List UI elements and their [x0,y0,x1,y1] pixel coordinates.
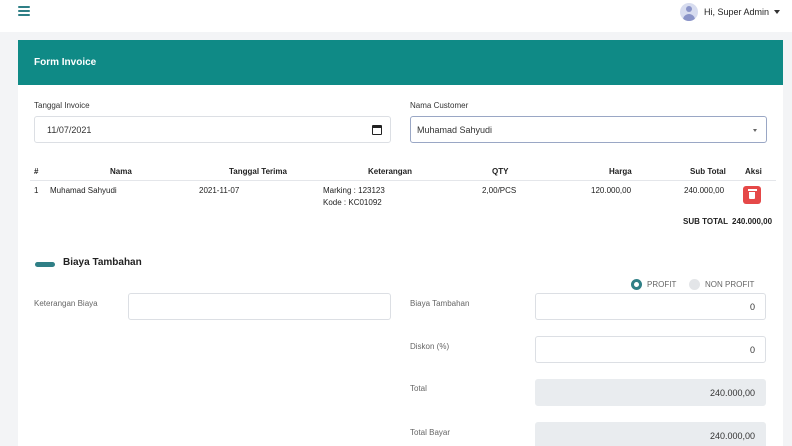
total-bayar-field: 240.000,00 [535,422,766,446]
col-header-aksi: Aksi [745,167,762,176]
col-header-no: # [34,167,39,176]
diskon-value: 0 [749,344,755,355]
avatar [679,3,698,21]
invoice-date-label: Tanggal Invoice [34,101,90,110]
total-field: 240.000,00 [535,379,766,406]
radio-profit-label[interactable]: PROFIT [647,280,676,289]
invoice-date-value: 11/07/2021 [47,124,92,135]
total-bayar-label: Total Bayar [410,428,451,437]
top-navbar: Hi, Super Admin [0,0,792,32]
caret-down-icon [774,10,780,14]
user-name: Hi, Super Admin [703,7,769,17]
biaya-tambahan-value: 0 [749,301,755,312]
customer-value: Muhamad Sahyudi [417,124,493,135]
keterangan-biaya-label: Keterangan Biaya [34,299,98,308]
col-header-nama: Nama [110,167,132,176]
row-tanggal: 2021-11-07 [199,186,240,195]
col-header-subtotal: Sub Total [690,167,726,176]
diskon-input[interactable]: 0 [535,336,766,363]
row-no: 1 [34,186,39,195]
row-subtotal: 240.000,00 [684,186,725,195]
invoice-date-input[interactable]: 11/07/2021 [34,116,391,143]
row-qty: 2,00/PCS [482,186,517,195]
calendar-icon[interactable] [372,125,382,135]
customer-label: Nama Customer [410,101,469,110]
subtotal-value: 240.000,00 [732,217,773,226]
section-marker [35,262,55,267]
keterangan-biaya-input[interactable] [128,293,391,320]
user-menu[interactable]: Hi, Super Admin [679,2,780,22]
radio-nonprofit[interactable] [689,279,700,290]
col-header-harga: Harga [609,167,632,176]
row-keterangan-kode: Kode : KC01092 [323,198,382,207]
total-value: 240.000,00 [709,387,755,398]
section-title: Biaya Tambahan [63,257,142,268]
subtotal-label: SUB TOTAL [683,217,729,226]
row-keterangan-marking: Marking : 123123 [323,186,385,195]
col-header-qty: QTY [492,167,509,176]
table-divider [30,180,776,181]
row-harga: 120.000,00 [591,186,632,195]
total-label: Total [410,384,427,393]
row-nama: Muhamad Sahyudi [50,186,117,195]
customer-select[interactable]: Muhamad Sahyudi [410,116,767,143]
biaya-tambahan-label: Biaya Tambahan [410,299,470,308]
chevron-down-icon [753,129,757,132]
trash-icon [747,189,757,199]
hamburger-icon[interactable] [18,6,30,18]
delete-row-button[interactable] [743,186,761,204]
page-title: Form Invoice [34,57,97,68]
card-header: Form Invoice [18,40,783,85]
radio-profit[interactable] [631,279,642,290]
col-header-tanggal: Tanggal Terima [229,167,287,176]
radio-nonprofit-label[interactable]: NON PROFIT [705,280,754,289]
col-header-keterangan: Keterangan [368,167,413,176]
invoice-card: Form Invoice Tanggal Invoice 11/07/2021 … [18,40,783,446]
total-bayar-value: 240.000,00 [709,430,755,441]
diskon-label: Diskon (%) [410,342,450,351]
biaya-tambahan-input[interactable]: 0 [535,293,766,320]
